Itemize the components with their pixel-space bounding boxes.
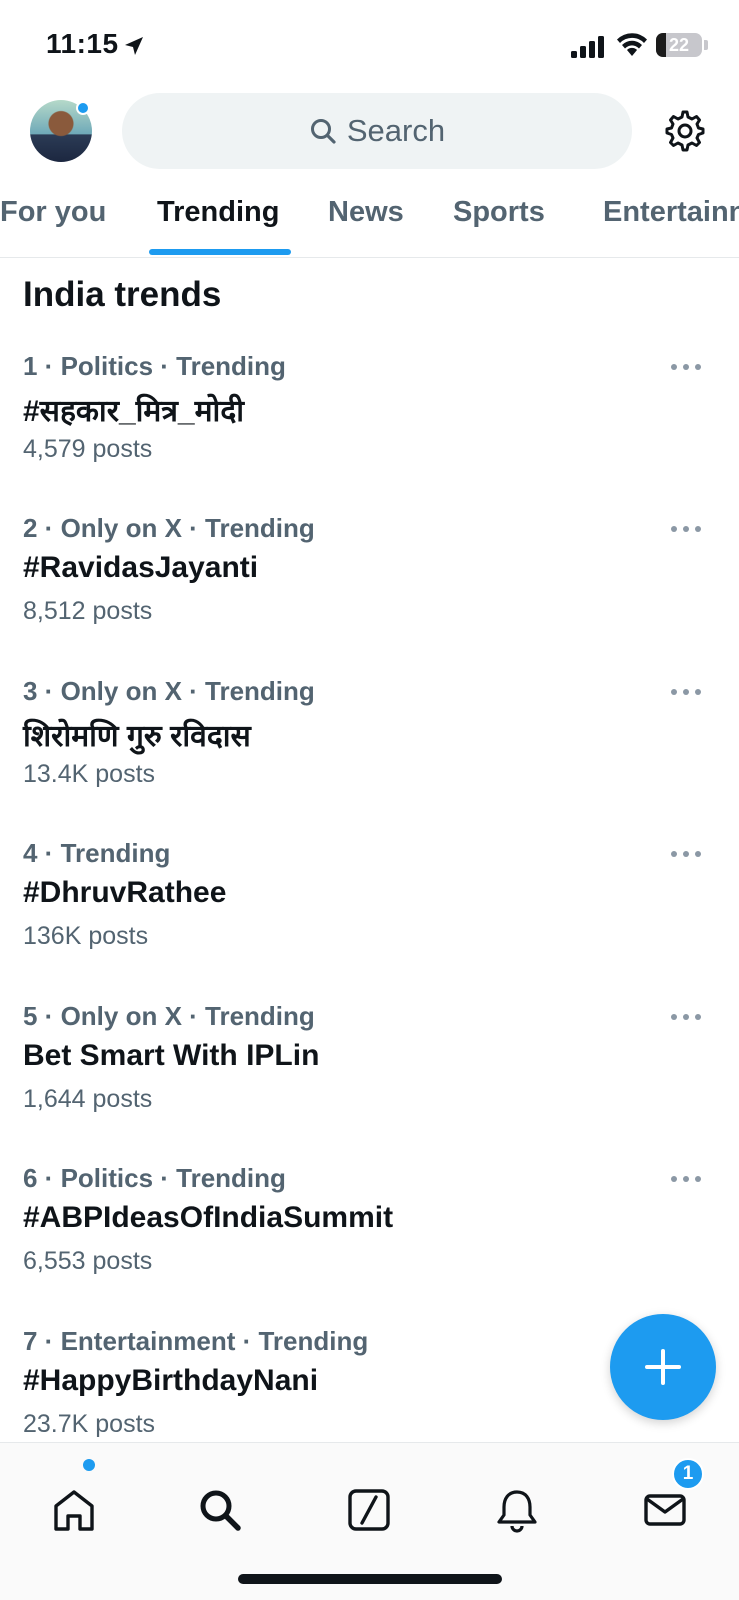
- search-input[interactable]: Search: [122, 93, 632, 169]
- trend-post-count: 6,553 posts: [23, 1247, 153, 1275]
- home-unread-dot: [83, 1459, 95, 1471]
- more-options-icon[interactable]: [668, 357, 704, 377]
- battery-indicator: 22: [656, 33, 702, 57]
- active-tab-indicator: [149, 249, 291, 255]
- tab-news[interactable]: News: [328, 196, 404, 229]
- explore-tabs: For you Trending News Sports Entertainn: [0, 180, 739, 258]
- trend-post-count: 4,579 posts: [23, 435, 153, 463]
- trend-item[interactable]: 1 · Politics · Trending #सहकार_मित्र_मोद…: [0, 351, 739, 513]
- search-icon: [200, 1490, 241, 1531]
- trend-meta: 3 · Only on X · Trending: [23, 676, 315, 706]
- more-options-icon[interactable]: [668, 1169, 704, 1189]
- tab-trending[interactable]: Trending: [157, 196, 279, 229]
- compose-post-button[interactable]: [610, 1314, 716, 1420]
- settings-icon[interactable]: [664, 110, 706, 152]
- trend-item[interactable]: 5 · Only on X · Trending Bet Smart With …: [0, 1001, 739, 1163]
- trend-post-count: 136K posts: [23, 922, 149, 950]
- cellular-signal-icon: [571, 36, 604, 58]
- tab-for-you[interactable]: For you: [0, 196, 106, 229]
- status-time: 11:15: [46, 28, 119, 59]
- trend-name: #RavidasJayanti: [23, 551, 259, 584]
- more-options-icon[interactable]: [668, 1007, 704, 1027]
- nav-notifications[interactable]: [494, 1487, 540, 1533]
- trend-meta: 5 · Only on X · Trending: [23, 1001, 315, 1031]
- more-options-icon[interactable]: [668, 844, 704, 864]
- trend-item[interactable]: 4 · Trending #DhruvRathee 136K posts: [0, 838, 739, 1000]
- trend-name: Bet Smart With IPLin: [23, 1039, 320, 1072]
- explore-screen: 11:15 22 Search For you Trending News Sp…: [0, 0, 739, 1600]
- trend-item[interactable]: 6 · Politics · Trending #ABPIdeasOfIndia…: [0, 1163, 739, 1325]
- battery-level: 22: [668, 35, 690, 55]
- more-options-icon[interactable]: [668, 682, 704, 702]
- trend-meta: 6 · Politics · Trending: [23, 1163, 286, 1193]
- messages-icon: [644, 1494, 686, 1526]
- trend-post-count: 8,512 posts: [23, 597, 153, 625]
- trend-post-count: 13.4K posts: [23, 760, 156, 788]
- nav-messages[interactable]: [642, 1487, 688, 1533]
- trend-name: #DhruvRathee: [23, 876, 227, 909]
- location-arrow-icon: [125, 37, 143, 55]
- wifi-icon: [617, 33, 647, 56]
- trend-item[interactable]: 2 · Only on X · Trending #RavidasJayanti…: [0, 513, 739, 675]
- trend-item[interactable]: 3 · Only on X · Trending शिरोमणि गुरु रव…: [0, 676, 739, 838]
- messages-badge: 1: [672, 1458, 704, 1490]
- plus-icon: [645, 1349, 681, 1385]
- tab-sports[interactable]: Sports: [453, 196, 545, 229]
- trend-name: #सहकार_मित्र_मोदी: [23, 395, 245, 428]
- home-icon: [54, 1490, 94, 1531]
- trend-meta: 4 · Trending: [23, 838, 171, 868]
- trend-name: #ABPIdeasOfIndiaSummit: [23, 1201, 394, 1234]
- trend-meta: 1 · Politics · Trending: [23, 351, 286, 381]
- nav-search[interactable]: [197, 1487, 243, 1533]
- section-title: India trends: [23, 275, 222, 314]
- search-placeholder: Search: [346, 113, 446, 148]
- status-bar: 11:15 22: [0, 0, 739, 88]
- trend-name: शिरोमणि गुरु रविदास: [23, 720, 251, 753]
- trend-meta: 2 · Only on X · Trending: [23, 513, 315, 543]
- battery-cap: [704, 40, 708, 50]
- search-icon: [310, 119, 336, 144]
- more-options-icon[interactable]: [668, 519, 704, 539]
- trend-post-count: 1,644 posts: [23, 1085, 153, 1113]
- trend-post-count: 23.7K posts: [23, 1410, 156, 1438]
- trend-name: #HappyBirthdayNani: [23, 1364, 319, 1397]
- tab-entertainment[interactable]: Entertainn: [603, 196, 739, 229]
- nav-grok[interactable]: [346, 1487, 392, 1533]
- grok-icon: [348, 1489, 390, 1531]
- notifications-icon: [497, 1490, 537, 1533]
- home-indicator[interactable]: [238, 1574, 502, 1584]
- nav-home[interactable]: [51, 1487, 97, 1533]
- trend-meta: 7 · Entertainment · Trending: [23, 1326, 369, 1356]
- avatar-notification-dot: [76, 101, 90, 115]
